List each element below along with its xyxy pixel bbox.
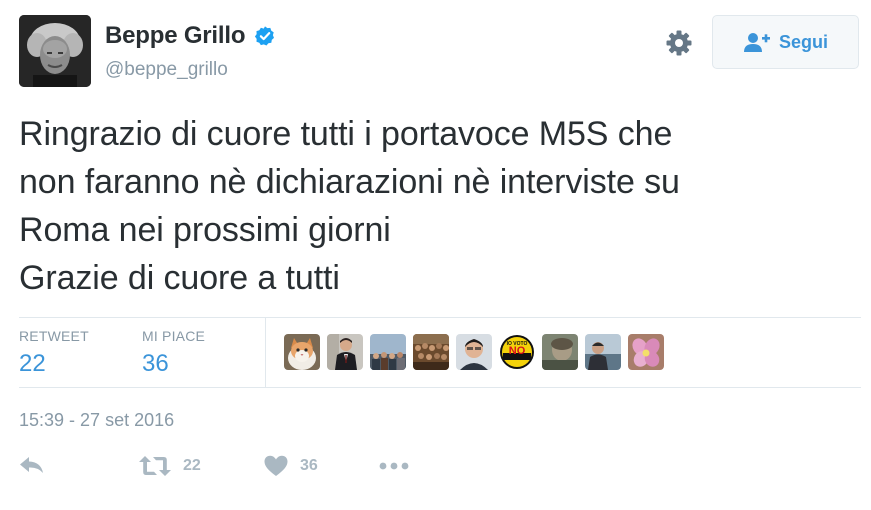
badge-main-text: NO (509, 345, 526, 357)
follow-label: Segui (778, 31, 828, 52)
retweet-stat-label: RETWEET (19, 328, 89, 344)
user-info: Beppe Grillo @beppe_grillo (105, 22, 276, 81)
gear-icon[interactable] (665, 29, 693, 57)
man-speaking-photo (327, 334, 363, 370)
retweet-icon (139, 456, 171, 476)
user-name[interactable]: Beppe Grillo (105, 22, 245, 50)
verified-badge-icon (254, 26, 274, 46)
reply-icon (20, 457, 43, 473)
liker-avatar[interactable] (585, 334, 621, 370)
tweet-timestamp[interactable]: 15:39 - 27 set 2016 (19, 410, 174, 431)
likes-stat-label: MI PIACE (142, 328, 206, 344)
like-count: 36 (300, 457, 318, 474)
liker-avatar[interactable] (413, 334, 449, 370)
liker-avatar[interactable] (542, 334, 578, 370)
more-dots-icon (379, 462, 409, 470)
follow-button[interactable]: Segui (712, 15, 859, 69)
more-button[interactable] (379, 455, 409, 477)
retweet-stat[interactable]: RETWEET 22 (19, 328, 89, 378)
tweet-text-line: Grazie di cuore a tutti (19, 259, 340, 297)
rally-crowd-photo (413, 334, 449, 370)
pink-flower-photo (628, 334, 664, 370)
cat-photo (284, 334, 320, 370)
tweet-stats: RETWEET 22 MI PIACE 36 IO VOTO NO (19, 317, 861, 388)
liker-avatar[interactable] (327, 334, 363, 370)
retweet-button[interactable]: 22 (139, 455, 201, 477)
crowd-photo (370, 334, 406, 370)
tweet-text-line: non faranno nè dichiarazioni nè intervis… (19, 163, 680, 201)
like-button[interactable]: 36 (264, 455, 318, 477)
io-voto-no-badge: IO VOTO NO (499, 334, 535, 370)
liker-avatar[interactable] (628, 334, 664, 370)
tweet-text: Ringrazio di cuore tutti i portavoce M5S… (19, 110, 859, 302)
likers-avatars: IO VOTO NO (284, 334, 671, 370)
stats-divider (265, 318, 266, 387)
profile-photo (19, 15, 91, 87)
liker-avatar[interactable]: IO VOTO NO (499, 334, 535, 370)
user-handle[interactable]: @beppe_grillo (105, 59, 276, 81)
likes-stat[interactable]: MI PIACE 36 (142, 328, 205, 378)
blurred-portrait-photo (542, 334, 578, 370)
tweet-text-line: Ringrazio di cuore tutti i portavoce M5S… (19, 115, 673, 153)
likes-stat-count: 36 (142, 350, 169, 377)
retweet-count: 22 (183, 457, 201, 474)
add-user-icon (743, 33, 770, 52)
liker-avatar[interactable] (284, 334, 320, 370)
tweet-text-line: Roma nei prossimi giorni (19, 211, 391, 249)
retweet-stat-count: 22 (19, 350, 46, 377)
heart-icon (264, 455, 288, 476)
seaside-man-photo (585, 334, 621, 370)
man-portrait-photo (456, 334, 492, 370)
reply-button[interactable] (19, 455, 45, 475)
liker-avatar[interactable] (370, 334, 406, 370)
liker-avatar[interactable] (456, 334, 492, 370)
avatar[interactable] (19, 15, 91, 87)
